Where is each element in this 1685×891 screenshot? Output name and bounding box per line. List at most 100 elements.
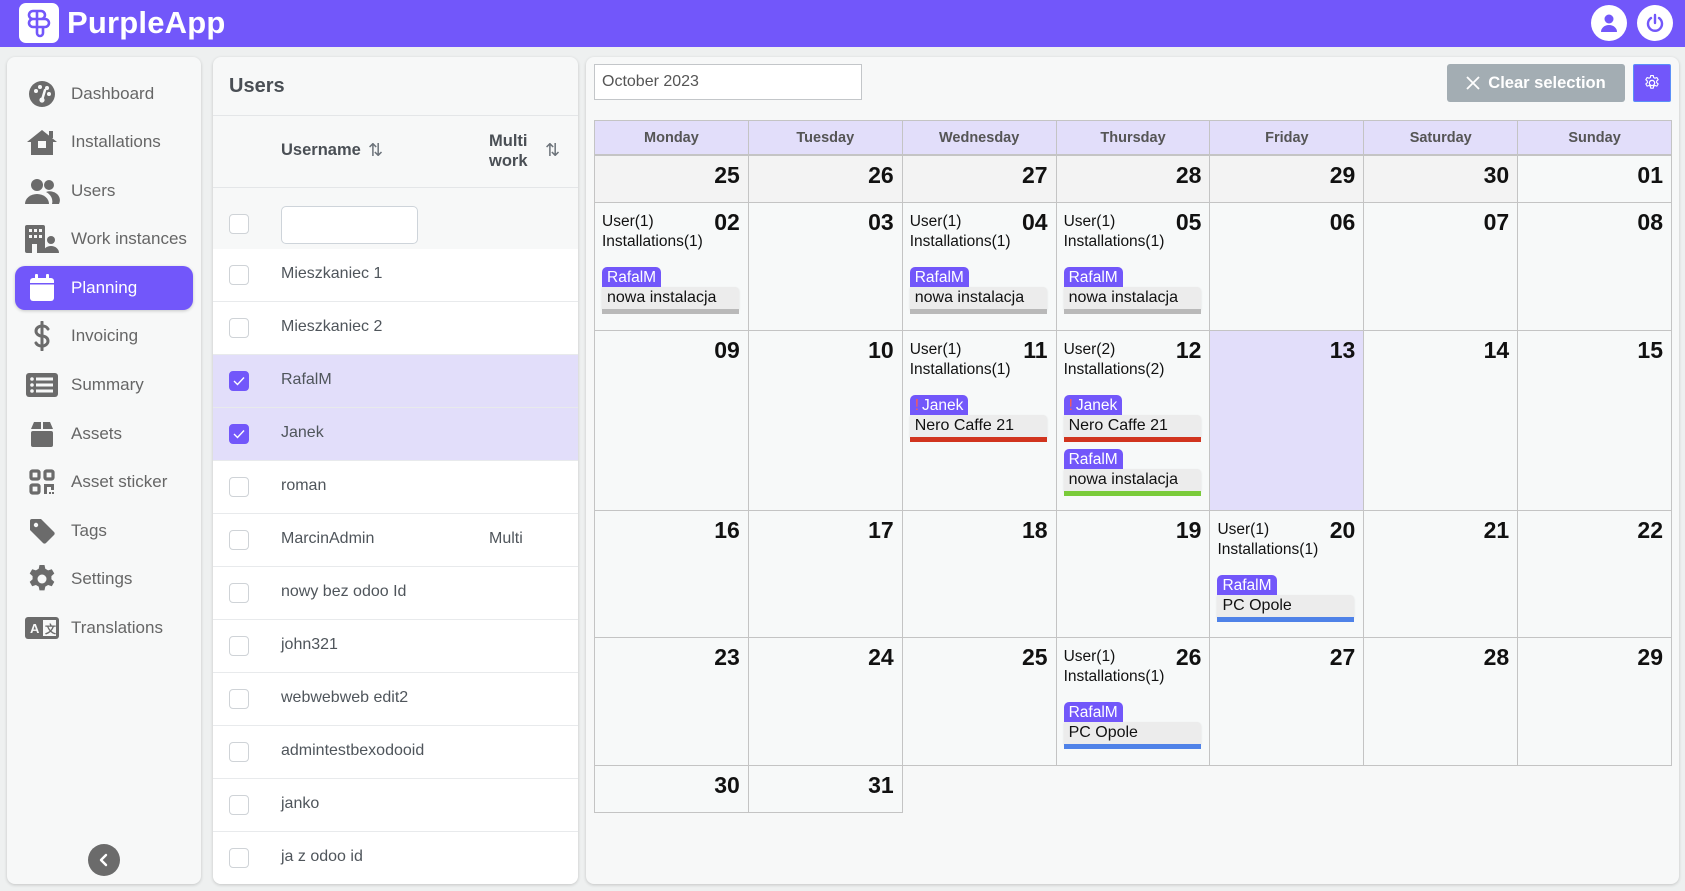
calendar-day-cell[interactable]: 31 xyxy=(747,765,903,813)
calendar-event[interactable]: ! Janek Nero Caffe 21 xyxy=(909,395,1047,442)
calendar-day-cell[interactable]: 25 xyxy=(901,637,1057,766)
calendar-day-cell[interactable]: 28 xyxy=(1363,637,1519,766)
calendar-day-cell[interactable]: 07 xyxy=(1363,202,1519,331)
user-table-row[interactable]: admintestbexodooid xyxy=(213,726,578,779)
sidebar-item-assets[interactable]: Assets xyxy=(15,412,193,456)
row-checkbox[interactable] xyxy=(229,795,249,815)
day-summary: User(1) Installations(1) xyxy=(1217,520,1318,559)
app-logo-icon[interactable] xyxy=(19,3,59,43)
row-checkbox[interactable] xyxy=(229,477,249,497)
user-table-row[interactable]: Janek xyxy=(213,408,578,461)
calendar-event[interactable]: RafalM nowa instalacja xyxy=(1063,267,1201,314)
column-header-multiwork[interactable]: Multi work xyxy=(489,131,528,171)
calendar-day-cell[interactable]: 26 User(1) Installations(1) RafalM PC Opole xyxy=(1055,637,1211,766)
user-table-row[interactable]: Mieszkaniec 2 xyxy=(213,302,578,355)
sidebar-item-translations[interactable]: A 文 Translations xyxy=(15,606,193,650)
row-checkbox[interactable] xyxy=(229,318,249,338)
calendar-day-cell[interactable]: 10 xyxy=(747,330,903,511)
row-checkbox[interactable] xyxy=(229,371,249,391)
username-filter-input[interactable] xyxy=(281,206,418,244)
calendar-day-cell[interactable]: 03 xyxy=(747,202,903,331)
calendar-day-cell[interactable]: 20 User(1) Installations(1) RafalM PC Opole xyxy=(1209,510,1365,638)
calendar-day-cell[interactable]: 01 xyxy=(1517,155,1673,203)
sort-username-icon[interactable]: ⇅ xyxy=(368,140,383,161)
sidebar-item-invoicing[interactable]: Invoicing xyxy=(15,314,193,358)
calendar-day-cell[interactable]: 04 User(1) Installations(1) RafalM nowa inst… xyxy=(901,202,1057,331)
user-table-row[interactable]: roman xyxy=(213,461,578,514)
calendar-day-cell[interactable]: 18 xyxy=(901,510,1057,638)
row-checkbox[interactable] xyxy=(229,424,249,444)
calendar-day-cell[interactable]: 09 xyxy=(594,330,749,511)
calendar-event[interactable]: RafalM PC Opole xyxy=(1063,702,1201,749)
row-checkbox[interactable] xyxy=(229,265,249,285)
sidebar-item-tags[interactable]: Tags xyxy=(15,509,193,553)
row-checkbox[interactable] xyxy=(229,530,249,550)
calendar-event[interactable]: RafalM nowa instalacja xyxy=(1063,449,1201,496)
calendar-day-cell[interactable]: 02 User(1) Installations(1) RafalM nowa inst… xyxy=(594,202,749,331)
calendar-day-cell[interactable]: 16 xyxy=(594,510,749,638)
calendar-event[interactable]: RafalM PC Opole xyxy=(1217,575,1355,622)
user-table-row[interactable]: MarcinAdmin Multi xyxy=(213,514,578,567)
calendar-day-cell[interactable]: 11 User(1) Installations(1)! Janek Nero Caff… xyxy=(901,330,1057,511)
chevron-left-icon xyxy=(99,853,108,867)
calendar-day-cell[interactable]: 19 xyxy=(1055,510,1211,638)
row-checkbox[interactable] xyxy=(229,583,249,603)
calendar-day-cell[interactable]: 06 xyxy=(1209,202,1365,331)
user-table-row[interactable]: ja z odoo id xyxy=(213,832,578,884)
user-table-row[interactable]: RafalM xyxy=(213,355,578,408)
sidebar-item-work-instances[interactable]: Work instances xyxy=(15,217,193,261)
sidebar-item-dashboard[interactable]: Dashboard xyxy=(15,72,193,116)
row-checkbox[interactable] xyxy=(229,848,249,868)
row-checkbox[interactable] xyxy=(229,689,249,709)
sidebar-item-installations[interactable]: Installations xyxy=(15,120,193,164)
sidebar-item-planning[interactable]: Planning xyxy=(15,266,193,310)
calendar-day-cell[interactable]: 15 xyxy=(1517,330,1673,511)
row-checkbox[interactable] xyxy=(229,742,249,762)
calendar-day-cell[interactable]: 27 xyxy=(1209,637,1365,766)
users-panel-title: Users xyxy=(229,75,285,97)
calendar-day-cell[interactable]: 24 xyxy=(747,637,903,766)
sidebar-item-users[interactable]: Users xyxy=(15,169,193,213)
calendar-day-cell[interactable]: 27 xyxy=(901,155,1057,203)
calendar-event[interactable]: RafalM nowa instalacja xyxy=(602,267,739,314)
day-number: 25 xyxy=(714,162,740,188)
day-summary: User(1) Installations(1) xyxy=(910,212,1011,251)
calendar-day-cell[interactable]: 29 xyxy=(1209,155,1365,203)
calendar-day-cell[interactable]: 28 xyxy=(1055,155,1211,203)
calendar-day-cell[interactable]: 14 xyxy=(1363,330,1519,511)
sidebar-item-asset-sticker[interactable]: Asset sticker xyxy=(15,460,193,504)
calendar-settings-button[interactable] xyxy=(1633,64,1671,102)
calendar-day-cell[interactable]: 30 xyxy=(594,765,749,813)
calendar-day-cell[interactable]: 21 xyxy=(1363,510,1519,638)
select-all-checkbox[interactable] xyxy=(229,214,249,234)
user-table-row[interactable]: john321 xyxy=(213,620,578,673)
sidebar-item-summary[interactable]: Summary xyxy=(15,363,193,407)
logout-button[interactable] xyxy=(1637,5,1673,41)
user-profile-button[interactable] xyxy=(1591,5,1627,41)
calendar-event[interactable]: RafalM nowa instalacja xyxy=(909,267,1047,314)
clear-selection-button[interactable]: Clear selection xyxy=(1447,64,1625,102)
month-picker-input[interactable]: October 2023 xyxy=(594,64,862,100)
calendar-day-cell[interactable]: 29 xyxy=(1517,637,1673,766)
calendar-day-cell[interactable]: 05 User(1) Installations(1) RafalM nowa inst… xyxy=(1055,202,1211,331)
collapse-sidebar-button[interactable] xyxy=(88,844,120,876)
row-checkbox[interactable] xyxy=(229,636,249,656)
calendar-day-cell[interactable]: 17 xyxy=(747,510,903,638)
user-table-row[interactable]: janko xyxy=(213,779,578,832)
user-table-row[interactable]: webwebweb edit2 xyxy=(213,673,578,726)
user-table-row[interactable]: nowy bez odoo Id xyxy=(213,567,578,620)
sort-multiwork-icon[interactable]: ⇅ xyxy=(545,140,560,161)
user-table-row[interactable]: Mieszkaniec 1 xyxy=(213,249,578,302)
calendar-day-cell[interactable]: 26 xyxy=(747,155,903,203)
calendar-event[interactable]: ! Janek Nero Caffe 21 xyxy=(1063,395,1201,442)
calendar-day-cell[interactable]: 25 xyxy=(594,155,749,203)
column-header-username[interactable]: Username xyxy=(281,141,361,160)
calendar-day-cell[interactable]: 22 xyxy=(1517,510,1673,638)
calendar-day-cell[interactable]: 13 xyxy=(1209,330,1365,511)
calendar-day-cell[interactable]: 23 xyxy=(594,637,749,766)
calendar-day-cell[interactable]: 12 User(2) Installations(2)! Janek Nero Caff… xyxy=(1055,330,1211,511)
calendar-day-cell[interactable]: 30 xyxy=(1363,155,1519,203)
planning-calendar-panel: October 2023 Clear selection Monday Tuesd… xyxy=(586,57,1679,884)
sidebar-item-settings[interactable]: Settings xyxy=(15,557,193,601)
calendar-day-cell[interactable]: 08 xyxy=(1517,202,1673,331)
